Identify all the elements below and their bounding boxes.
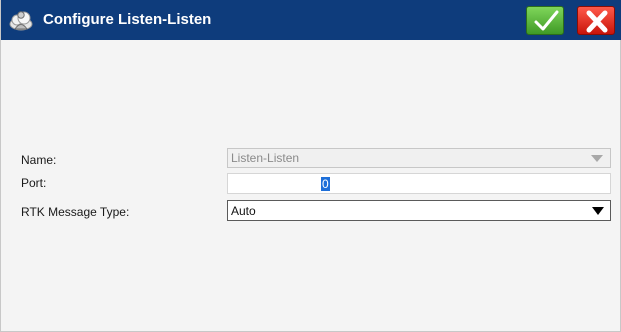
rtk-message-type-label: RTK Message Type:: [21, 205, 130, 219]
rtk-message-type-value: Auto: [231, 204, 256, 218]
configure-dialog: Configure Listen-Listen Name: Listen-Lis…: [0, 0, 621, 332]
name-value: Listen-Listen: [231, 151, 300, 165]
title-bar: Configure Listen-Listen: [1, 0, 621, 40]
rtk-message-type-select[interactable]: Auto: [227, 200, 611, 221]
chevron-down-icon: [591, 155, 603, 162]
cancel-button[interactable]: [577, 6, 615, 35]
cloud-person-icon: [8, 8, 34, 32]
port-input[interactable]: 0: [227, 173, 611, 194]
port-value: 0: [321, 177, 330, 191]
port-label: Port:: [21, 176, 47, 190]
chevron-down-icon: [592, 207, 604, 215]
window-title: Configure Listen-Listen: [43, 11, 212, 28]
ok-button[interactable]: [526, 6, 564, 35]
name-select: Listen-Listen: [227, 148, 611, 168]
name-label: Name:: [21, 153, 57, 167]
